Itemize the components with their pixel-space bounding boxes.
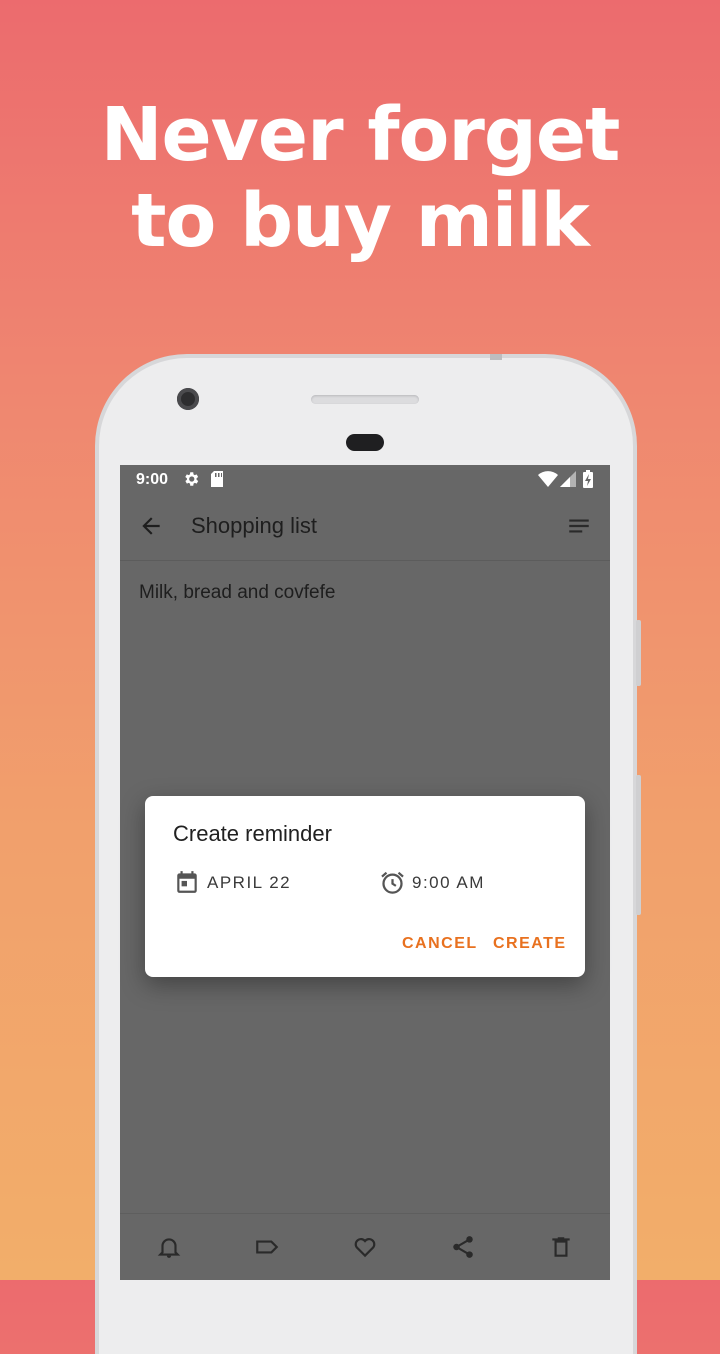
create-reminder-dialog: Create reminder APRIL 22 9:00 AM CANCEL …	[145, 796, 585, 977]
volume-button	[636, 620, 641, 686]
promo-headline: Never forget to buy milk	[0, 92, 720, 264]
headline-line-2: to buy milk	[131, 178, 590, 264]
headline-line-1: Never forget	[100, 92, 621, 178]
proximity-sensor	[346, 434, 384, 451]
front-camera	[177, 388, 199, 410]
gear-icon	[182, 470, 200, 493]
reminder-time[interactable]: 9:00 AM	[412, 873, 485, 893]
reminder-date[interactable]: APRIL 22	[207, 873, 291, 893]
alarm-clock-icon[interactable]	[379, 869, 406, 896]
status-time: 9:00	[136, 471, 169, 488]
calendar-icon[interactable]	[174, 869, 200, 895]
sd-card-icon	[209, 470, 225, 493]
note-body[interactable]: Milk, bread and covfefe	[139, 582, 335, 604]
phone-top-antenna	[490, 354, 502, 360]
trash-icon[interactable]	[548, 1234, 574, 1260]
share-icon[interactable]	[450, 1234, 476, 1260]
power-button	[636, 775, 641, 915]
page-title: Shopping list	[191, 513, 317, 538]
heart-icon[interactable]	[352, 1234, 378, 1260]
earpiece-speaker	[311, 395, 419, 404]
cancel-button[interactable]: CANCEL	[402, 935, 478, 953]
battery-charging-icon	[583, 470, 593, 493]
arrow-left-icon[interactable]	[138, 513, 168, 543]
bell-icon[interactable]	[156, 1234, 182, 1260]
app-toolbar: Shopping list	[120, 495, 610, 561]
sort-lines-icon[interactable]	[566, 513, 596, 543]
bottom-action-bar	[120, 1213, 610, 1280]
label-tag-icon[interactable]	[254, 1234, 280, 1260]
signal-icon	[560, 471, 576, 492]
wifi-icon	[538, 471, 558, 492]
status-bar: 9:00	[120, 465, 610, 495]
dialog-title: Create reminder	[173, 821, 332, 846]
create-button[interactable]: CREATE	[493, 935, 567, 953]
